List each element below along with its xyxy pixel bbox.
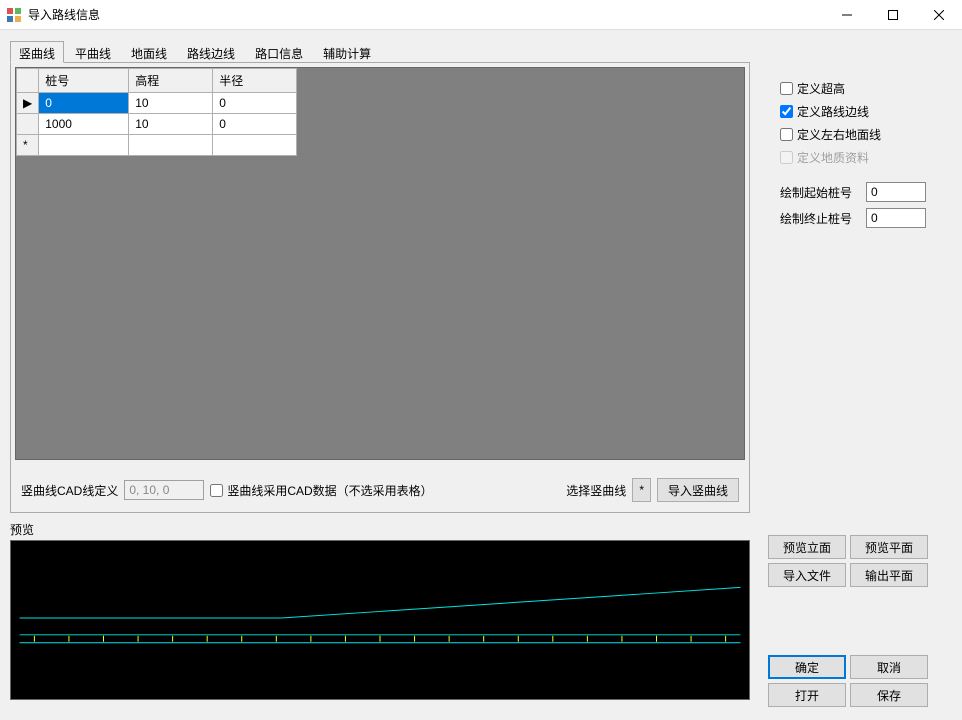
cell-elevation[interactable]: 10 bbox=[129, 93, 213, 114]
header-blank bbox=[17, 69, 39, 93]
opt-superelevation-label: 定义超高 bbox=[797, 80, 845, 97]
import-curve-button[interactable]: 导入竖曲线 bbox=[657, 478, 739, 502]
preview-canvas bbox=[11, 541, 749, 699]
preview-label: 预览 bbox=[10, 521, 750, 538]
tab-aux-calc[interactable]: 辅助计算 bbox=[314, 41, 380, 63]
data-grid-wrap: 桩号 高程 半径 ▶ 0 10 0 1000 10 0 bbox=[15, 67, 745, 460]
action-button-grid: 确定 取消 打开 保存 bbox=[768, 655, 928, 707]
tab-ground-line[interactable]: 地面线 bbox=[122, 41, 176, 63]
ok-button[interactable]: 确定 bbox=[768, 655, 846, 679]
options-group: 定义超高 定义路线边线 定义左右地面线 定义地质资料 bbox=[780, 80, 952, 166]
cell-radius[interactable]: 0 bbox=[213, 114, 297, 135]
minimize-button[interactable] bbox=[824, 0, 870, 30]
end-station-input[interactable] bbox=[866, 208, 926, 228]
opt-geology-label: 定义地质资料 bbox=[797, 149, 869, 166]
row-header[interactable]: ▶ bbox=[17, 93, 39, 114]
cell-station[interactable]: 1000 bbox=[39, 114, 129, 135]
end-station-label: 绘制终止桩号 bbox=[780, 210, 860, 227]
opt-route-boundary-label: 定义路线边线 bbox=[797, 103, 869, 120]
use-cad-label: 竖曲线采用CAD数据（不选采用表格） bbox=[227, 482, 432, 499]
header-row: 桩号 高程 半径 bbox=[17, 69, 297, 93]
grid-controls: 竖曲线CAD线定义 竖曲线采用CAD数据（不选采用表格） 选择竖曲线 * 导入竖… bbox=[15, 460, 745, 508]
cell-radius[interactable]: 0 bbox=[213, 93, 297, 114]
select-curve-label: 选择竖曲线 bbox=[566, 482, 626, 499]
table-row[interactable]: ▶ 0 10 0 bbox=[17, 93, 297, 114]
output-plan-button[interactable]: 输出平面 bbox=[850, 563, 928, 587]
end-station-row: 绘制终止桩号 bbox=[780, 208, 952, 228]
preview-button-grid: 预览立面 预览平面 导入文件 输出平面 bbox=[768, 535, 928, 587]
row-header[interactable] bbox=[17, 114, 39, 135]
left-column: 竖曲线 平曲线 地面线 路线边线 路口信息 辅助计算 桩号 高程 半径 ▶ bbox=[10, 40, 750, 710]
opt-geology-checkbox bbox=[780, 151, 793, 164]
titlebar: 导入路线信息 bbox=[0, 0, 962, 30]
opt-superelevation-checkbox[interactable] bbox=[780, 82, 793, 95]
preview-plan-button[interactable]: 预览平面 bbox=[850, 535, 928, 559]
start-station-row: 绘制起始桩号 bbox=[780, 182, 952, 202]
data-grid[interactable]: 桩号 高程 半径 ▶ 0 10 0 1000 10 0 bbox=[16, 68, 297, 156]
use-cad-checkbox[interactable]: 竖曲线采用CAD数据（不选采用表格） bbox=[210, 482, 432, 499]
tab-horizontal-curve[interactable]: 平曲线 bbox=[66, 41, 120, 63]
opt-ground-lines-checkbox[interactable] bbox=[780, 128, 793, 141]
opt-geology: 定义地质资料 bbox=[780, 149, 952, 166]
opt-route-boundary-checkbox[interactable] bbox=[780, 105, 793, 118]
cell-station[interactable]: 0 bbox=[39, 93, 129, 114]
tabstrip: 竖曲线 平曲线 地面线 路线边线 路口信息 辅助计算 bbox=[10, 40, 750, 63]
table-row[interactable]: 1000 10 0 bbox=[17, 114, 297, 135]
cell-empty[interactable] bbox=[39, 135, 129, 156]
use-cad-checkbox-input[interactable] bbox=[210, 484, 223, 497]
right-column: 定义超高 定义路线边线 定义左右地面线 定义地质资料 绘制起始桩号 绘制终止桩号 bbox=[750, 40, 952, 710]
opt-ground-lines-label: 定义左右地面线 bbox=[797, 126, 881, 143]
window-title: 导入路线信息 bbox=[28, 6, 824, 23]
header-station[interactable]: 桩号 bbox=[39, 69, 129, 93]
app-icon bbox=[6, 7, 22, 23]
cancel-button[interactable]: 取消 bbox=[850, 655, 928, 679]
opt-superelevation[interactable]: 定义超高 bbox=[780, 80, 952, 97]
tab-body: 桩号 高程 半径 ▶ 0 10 0 1000 10 0 bbox=[10, 63, 750, 513]
tab-route-boundary[interactable]: 路线边线 bbox=[178, 41, 244, 63]
main-content: 竖曲线 平曲线 地面线 路线边线 路口信息 辅助计算 桩号 高程 半径 ▶ bbox=[0, 30, 962, 720]
import-file-button[interactable]: 导入文件 bbox=[768, 563, 846, 587]
preview-panel[interactable] bbox=[10, 540, 750, 700]
header-radius[interactable]: 半径 bbox=[213, 69, 297, 93]
header-elevation[interactable]: 高程 bbox=[129, 69, 213, 93]
save-button[interactable]: 保存 bbox=[850, 683, 928, 707]
start-station-label: 绘制起始桩号 bbox=[780, 184, 860, 201]
opt-ground-lines[interactable]: 定义左右地面线 bbox=[780, 126, 952, 143]
window-buttons bbox=[824, 0, 962, 30]
preview-elevation-button[interactable]: 预览立面 bbox=[768, 535, 846, 559]
tab-vertical-curve[interactable]: 竖曲线 bbox=[10, 41, 64, 63]
cell-empty[interactable] bbox=[129, 135, 213, 156]
row-header-new[interactable]: * bbox=[17, 135, 39, 156]
cell-elevation[interactable]: 10 bbox=[129, 114, 213, 135]
open-button[interactable]: 打开 bbox=[768, 683, 846, 707]
star-button[interactable]: * bbox=[632, 478, 651, 502]
maximize-button[interactable] bbox=[870, 0, 916, 30]
start-station-input[interactable] bbox=[866, 182, 926, 202]
cad-def-label: 竖曲线CAD线定义 bbox=[21, 482, 118, 499]
cell-empty[interactable] bbox=[213, 135, 297, 156]
cad-def-input[interactable] bbox=[124, 480, 204, 500]
opt-route-boundary[interactable]: 定义路线边线 bbox=[780, 103, 952, 120]
close-button[interactable] bbox=[916, 0, 962, 30]
table-row-new[interactable]: * bbox=[17, 135, 297, 156]
tab-intersection-info[interactable]: 路口信息 bbox=[246, 41, 312, 63]
